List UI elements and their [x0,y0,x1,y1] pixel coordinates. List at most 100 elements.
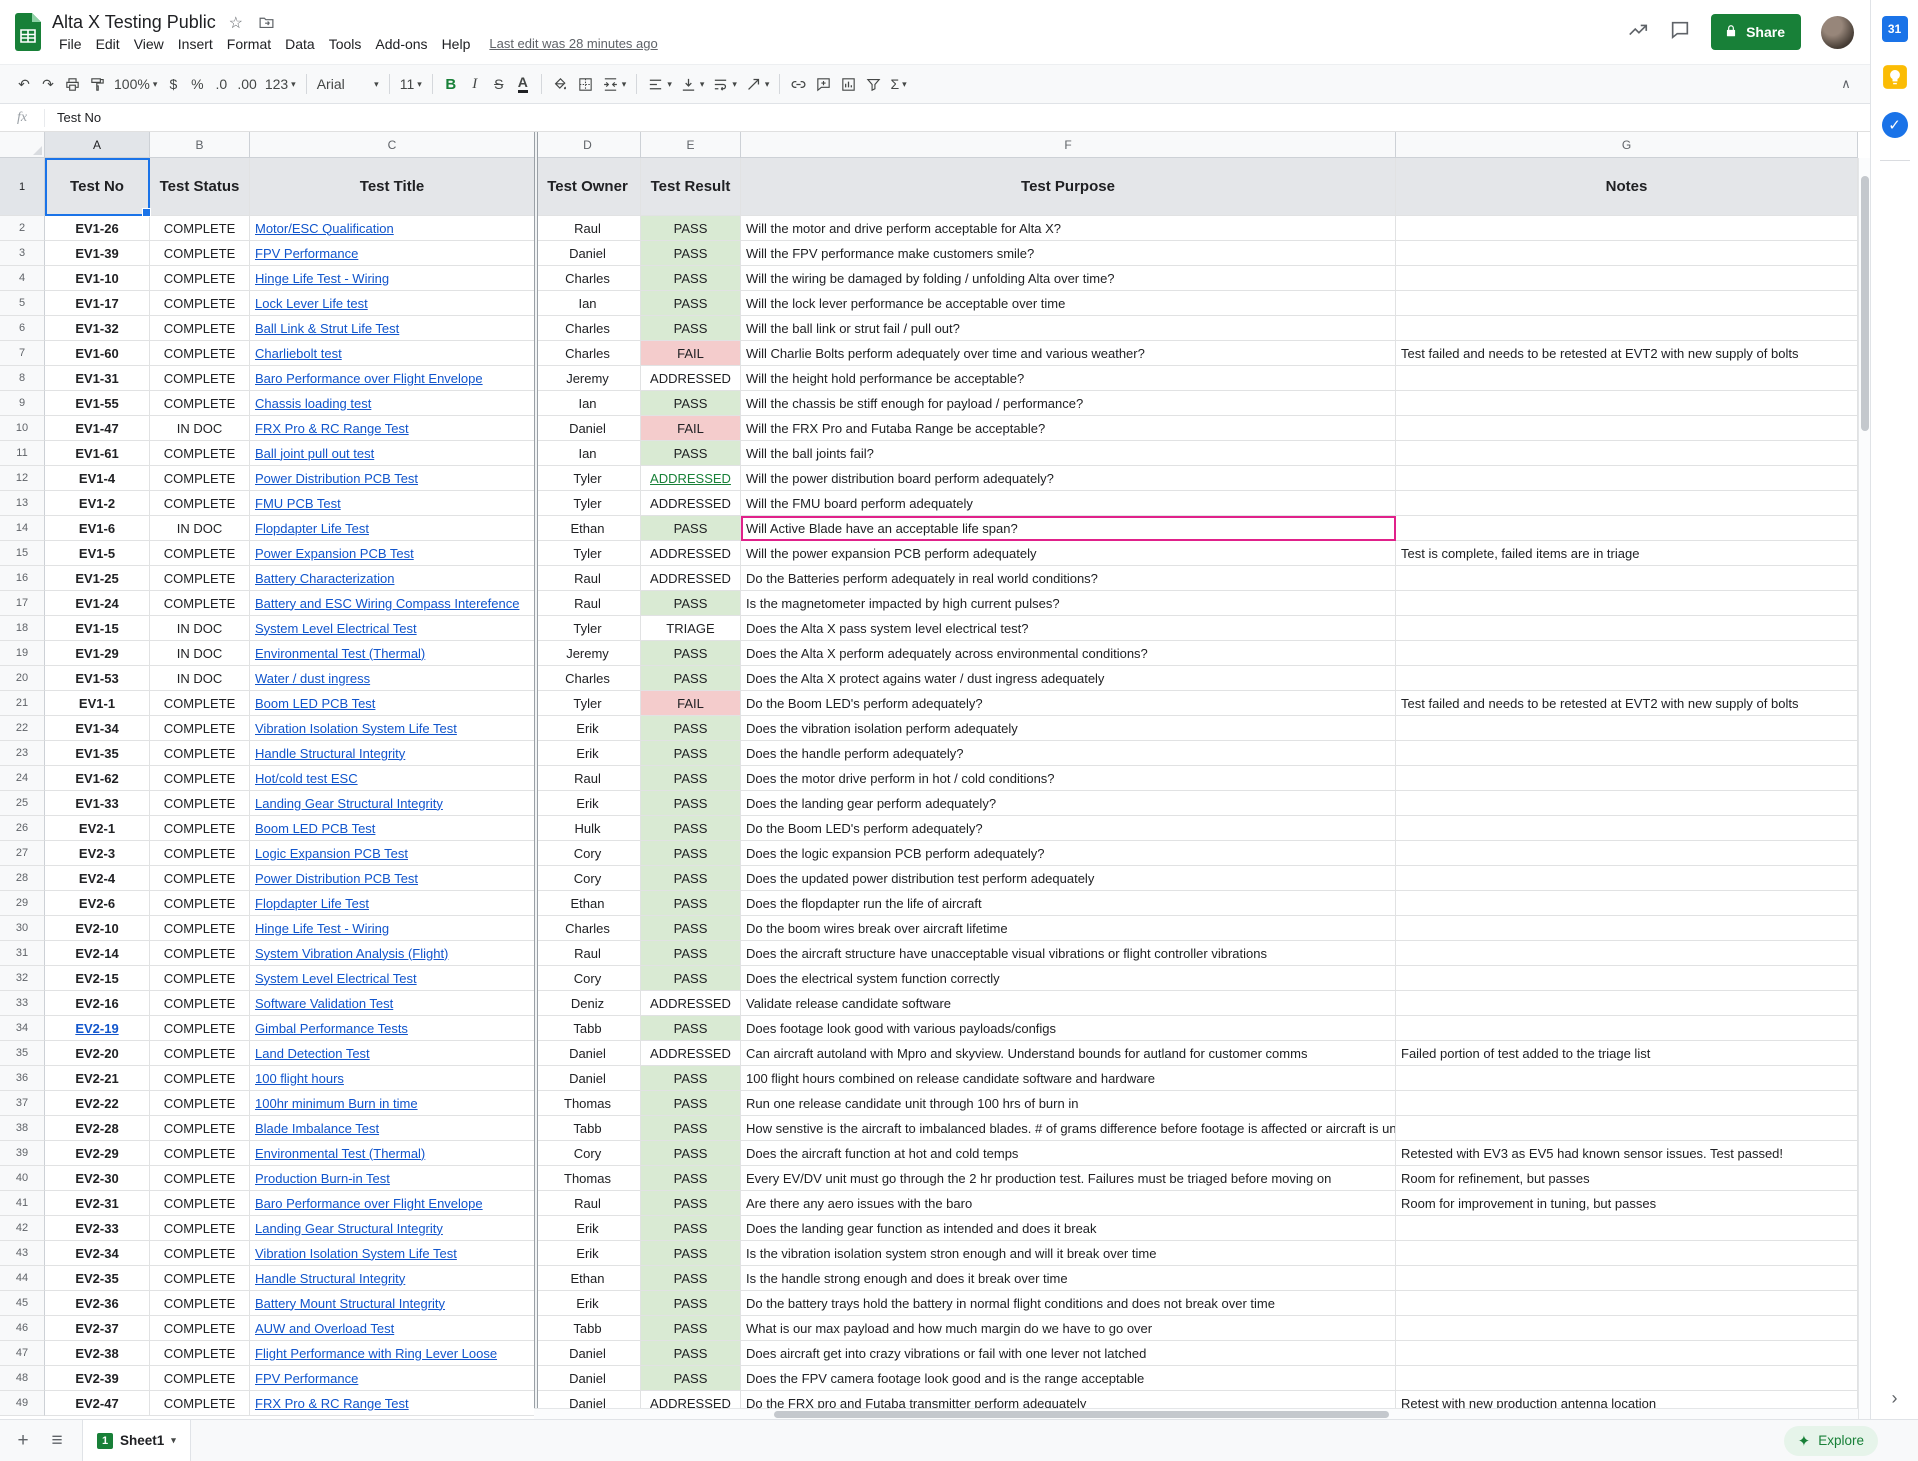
cell-test-result[interactable]: ADDRESSED [641,491,741,516]
cell-test-title[interactable]: 100hr minimum Burn in time [250,1091,535,1116]
explore-button[interactable]: ✦ Explore [1784,1426,1878,1456]
row-header-16[interactable]: 16 [0,566,45,591]
test-title-link[interactable]: Power Distribution PCB Test [255,871,418,886]
column-header-b[interactable]: B [150,132,250,158]
cell-test-status[interactable]: COMPLETE [150,1266,250,1291]
cell-test-no[interactable]: EV2-36 [45,1291,150,1316]
test-title-link[interactable]: Boom LED PCB Test [255,696,375,711]
cell-test-owner[interactable]: Tabb [535,1016,641,1041]
cell-notes[interactable] [1396,1091,1858,1116]
cell-notes[interactable] [1396,941,1858,966]
cell-test-purpose[interactable]: Does the aircraft function at hot and co… [741,1141,1396,1166]
cell-test-title[interactable]: Hinge Life Test - Wiring [250,916,535,941]
cell-test-no[interactable]: EV1-35 [45,741,150,766]
cell-test-no[interactable]: EV1-39 [45,241,150,266]
cell-test-purpose[interactable]: Will the lock lever performance be accep… [741,291,1396,316]
test-title-link[interactable]: Ball joint pull out test [255,446,374,461]
cell-test-result[interactable]: PASS [641,741,741,766]
cell-test-no[interactable]: EV2-38 [45,1341,150,1366]
header-cell-notes[interactable]: Notes [1396,158,1858,216]
cell-test-title[interactable]: FRX Pro & RC Range Test [250,1391,535,1416]
cell-notes[interactable] [1396,266,1858,291]
cell-test-no[interactable]: EV2-19 [45,1016,150,1041]
select-all-corner[interactable] [0,132,45,158]
cell-test-status[interactable]: COMPLETE [150,916,250,941]
cell-test-no[interactable]: EV2-33 [45,1216,150,1241]
cell-test-result[interactable]: FAIL [641,691,741,716]
vertical-align-button[interactable]: ▾ [676,71,709,97]
cell-test-status[interactable]: COMPLETE [150,766,250,791]
row-header-1[interactable]: 1 [0,158,45,216]
cell-test-status[interactable]: COMPLETE [150,1291,250,1316]
test-title-link[interactable]: Vibration Isolation System Life Test [255,1246,457,1261]
cell-notes[interactable] [1396,991,1858,1016]
cell-test-result[interactable]: PASS [641,216,741,241]
cell-test-title[interactable]: Handle Structural Integrity [250,1266,535,1291]
cell-test-no[interactable]: EV1-4 [45,466,150,491]
cell-notes[interactable]: Failed portion of test added to the tria… [1396,1041,1858,1066]
cell-test-status[interactable]: COMPLETE [150,491,250,516]
cell-test-title[interactable]: Environmental Test (Thermal) [250,641,535,666]
zoom-dropdown[interactable]: 100%▾ [110,71,161,97]
cell-test-title[interactable]: Boom LED PCB Test [250,816,535,841]
activity-icon[interactable] [1627,19,1649,46]
test-title-link[interactable]: Logic Expansion PCB Test [255,846,408,861]
cell-test-title[interactable]: Ball joint pull out test [250,441,535,466]
cell-notes[interactable] [1396,1291,1858,1316]
cell-test-no[interactable]: EV1-53 [45,666,150,691]
cell-test-owner[interactable]: Raul [535,941,641,966]
cell-notes[interactable] [1396,591,1858,616]
cell-test-title[interactable]: FPV Performance [250,1366,535,1391]
cell-test-owner[interactable]: Daniel [535,1366,641,1391]
cell-test-status[interactable]: COMPLETE [150,391,250,416]
row-header-19[interactable]: 19 [0,641,45,666]
cell-test-no[interactable]: EV2-39 [45,1366,150,1391]
cell-test-status[interactable]: IN DOC [150,416,250,441]
cell-test-status[interactable]: IN DOC [150,641,250,666]
increase-decimal-button[interactable]: .00 [233,71,260,97]
cell-test-no[interactable]: EV2-1 [45,816,150,841]
column-header-c[interactable]: C [250,132,535,158]
cell-notes[interactable] [1396,791,1858,816]
cell-notes[interactable] [1396,441,1858,466]
cell-test-owner[interactable]: Tyler [535,491,641,516]
row-header-35[interactable]: 35 [0,1041,45,1066]
cell-test-owner[interactable]: Ian [535,391,641,416]
comment-history-icon[interactable] [1669,19,1691,46]
cell-test-no[interactable]: EV1-10 [45,266,150,291]
currency-format-button[interactable]: $ [161,71,185,97]
cell-test-no[interactable]: EV2-16 [45,991,150,1016]
test-title-link[interactable]: Motor/ESC Qualification [255,221,394,236]
cell-test-status[interactable]: COMPLETE [150,216,250,241]
horizontal-align-button[interactable]: ▾ [643,71,676,97]
test-title-link[interactable]: System Vibration Analysis (Flight) [255,946,448,961]
cell-test-purpose[interactable]: Are there any aero issues with the baro [741,1191,1396,1216]
cell-test-title[interactable]: Ball Link & Strut Life Test [250,316,535,341]
cell-test-owner[interactable]: Raul [535,591,641,616]
cell-test-owner[interactable]: Daniel [535,1066,641,1091]
cell-test-no[interactable]: EV1-5 [45,541,150,566]
cell-test-result[interactable]: PASS [641,316,741,341]
row-header-23[interactable]: 23 [0,741,45,766]
menu-help[interactable]: Help [435,35,478,53]
cell-test-status[interactable]: COMPLETE [150,316,250,341]
cell-test-owner[interactable]: Charles [535,266,641,291]
row-header-38[interactable]: 38 [0,1116,45,1141]
cell-test-status[interactable]: COMPLETE [150,1316,250,1341]
cell-test-owner[interactable]: Tyler [535,616,641,641]
row-header-9[interactable]: 9 [0,391,45,416]
cell-notes[interactable] [1396,616,1858,641]
cell-test-no[interactable]: EV1-25 [45,566,150,591]
cell-test-no[interactable]: EV1-1 [45,691,150,716]
cell-notes[interactable]: Test failed and needs to be retested at … [1396,691,1858,716]
cell-test-title[interactable]: Flopdapter Life Test [250,891,535,916]
test-title-link[interactable]: Environmental Test (Thermal) [255,646,425,661]
cell-test-status[interactable]: COMPLETE [150,991,250,1016]
row-header-17[interactable]: 17 [0,591,45,616]
cell-test-purpose[interactable]: Is the handle strong enough and does it … [741,1266,1396,1291]
cell-notes[interactable] [1396,366,1858,391]
test-title-link[interactable]: Production Burn-in Test [255,1171,390,1186]
test-title-link[interactable]: System Level Electrical Test [255,971,417,986]
row-header-48[interactable]: 48 [0,1366,45,1391]
cell-test-status[interactable]: COMPLETE [150,441,250,466]
